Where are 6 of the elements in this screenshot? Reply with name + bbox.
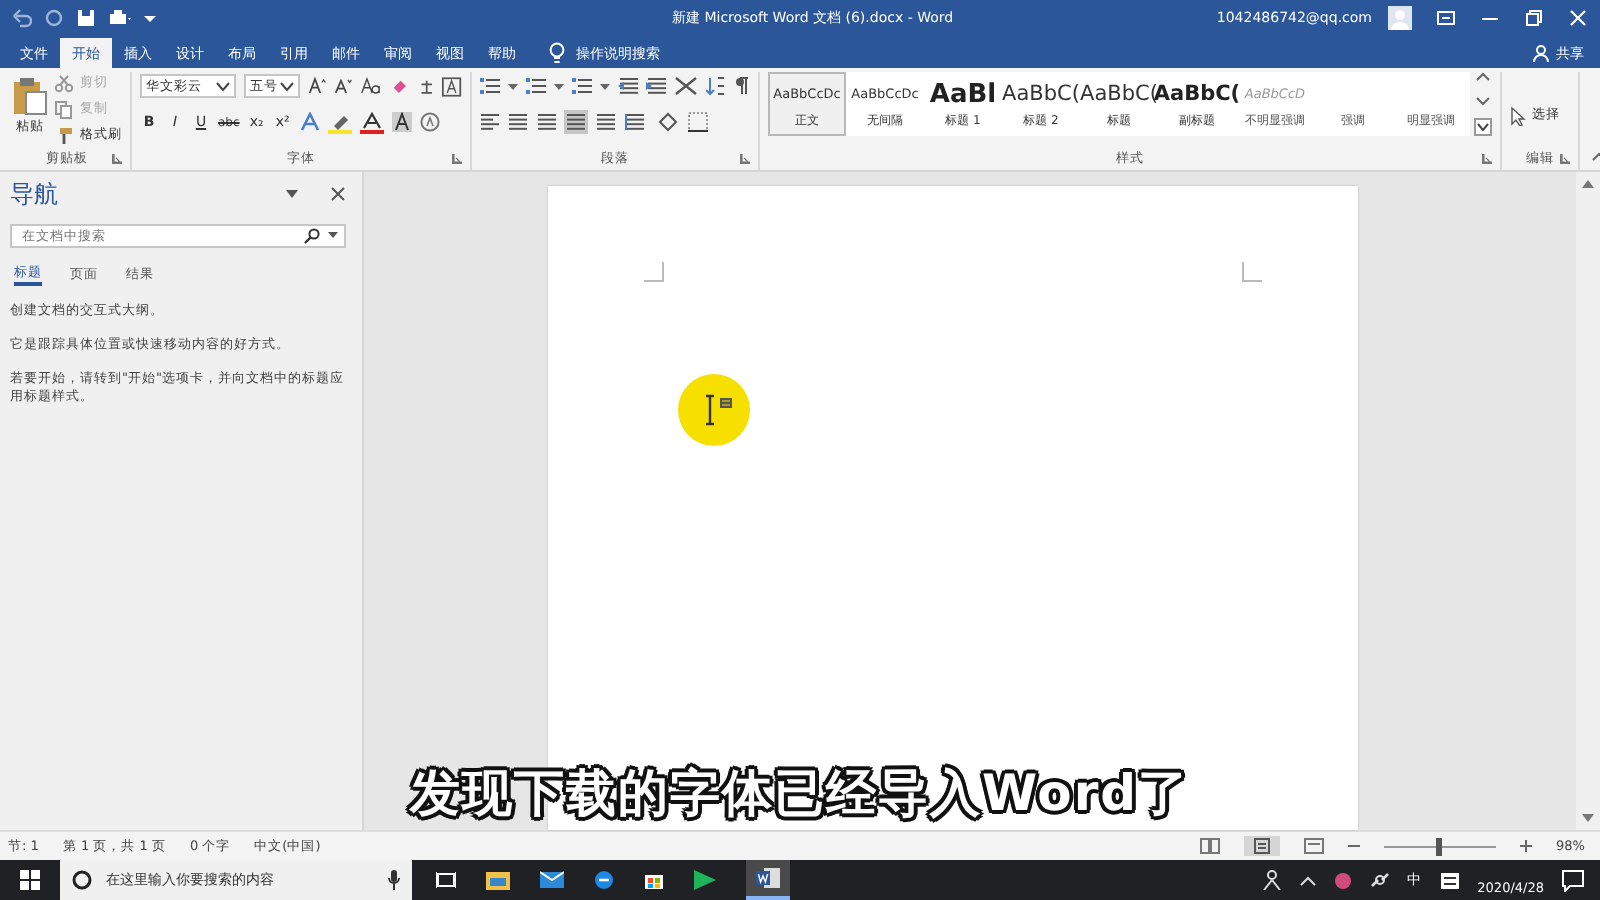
style-preview: AaBbC( (1080, 80, 1158, 108)
video-caption: 发现下载的字体已经导入Word了 (403, 760, 1193, 827)
pane-title: 导航 (10, 177, 60, 211)
style-preview: AaBbC( (1002, 80, 1080, 108)
style-preview: AaBbC( (1153, 80, 1241, 108)
style-preview: AaBl (929, 80, 997, 108)
